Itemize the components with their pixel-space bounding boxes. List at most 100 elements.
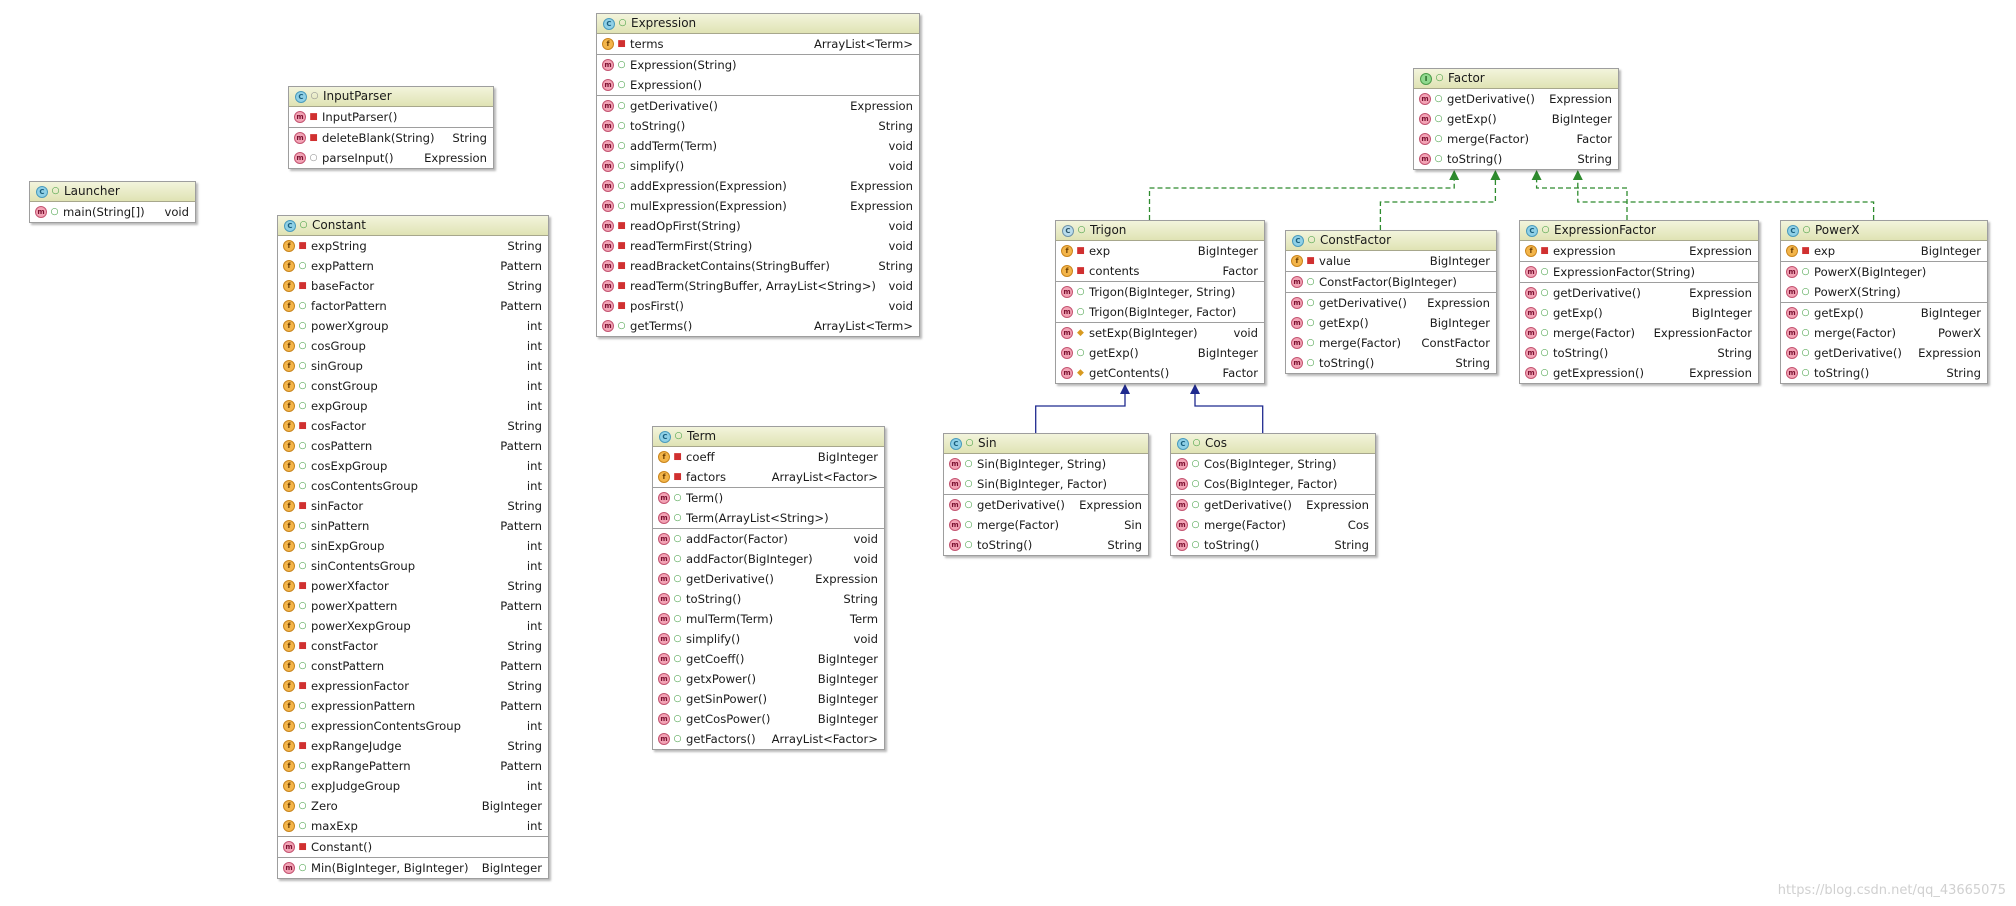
method-row[interactable]: m ○ toString() String xyxy=(1520,343,1758,363)
method-row[interactable]: m ○ mulExpression(Expression) Expression xyxy=(597,196,919,216)
method-row[interactable]: m ○ toString() String xyxy=(653,589,884,609)
field-row[interactable]: f ○ cosPattern Pattern xyxy=(278,436,548,456)
method-row[interactable]: m ○ parseInput() Expression xyxy=(289,148,493,168)
field-row[interactable]: f ■ expString String xyxy=(278,236,548,256)
field-row[interactable]: f ○ maxExp int xyxy=(278,816,548,836)
method-row[interactable]: m ■ deleteBlank(String) String xyxy=(289,128,493,148)
field-row[interactable]: f ■ baseFactor String xyxy=(278,276,548,296)
field-row[interactable]: f ○ sinExpGroup int xyxy=(278,536,548,556)
method-row[interactable]: m ○ Sin(BigInteger, Factor) xyxy=(944,474,1148,494)
field-row[interactable]: f ○ constGroup int xyxy=(278,376,548,396)
method-row[interactable]: m ○ addFactor(Factor) void xyxy=(653,529,884,549)
method-row[interactable]: m ■ readBracketContains(StringBuffer) Strin… xyxy=(597,256,919,276)
method-row[interactable]: m ■ readTerm(StringBuffer, ArrayList<Strin… xyxy=(597,276,919,296)
field-row[interactable]: f ○ sinContentsGroup int xyxy=(278,556,548,576)
class-box-powerx[interactable]: C ○ PowerX f ■ exp BigInteger m ○ PowerX(BigInteg… xyxy=(1780,220,1988,384)
method-row[interactable]: m ○ Sin(BigInteger, String) xyxy=(944,454,1148,474)
class-header[interactable]: C ○ ConstFactor xyxy=(1286,231,1496,251)
method-row[interactable]: m ○ mulTerm(Term) Term xyxy=(653,609,884,629)
method-row[interactable]: m ○ Term() xyxy=(653,488,884,508)
field-row[interactable]: f ■ expression Expression xyxy=(1520,241,1758,261)
method-row[interactable]: m ○ getDerivative() Expression xyxy=(1520,283,1758,303)
class-box-sin[interactable]: C ○ Sin m ○ Sin(BigInteger, String) m ○ Sin(BigI… xyxy=(943,433,1149,556)
method-row[interactable]: m ○ getCoeff() BigInteger xyxy=(653,649,884,669)
class-box-launcher[interactable]: C ○ Launcher m ○ main(String[]) void xyxy=(29,181,196,223)
method-row[interactable]: m ○ Expression(String) xyxy=(597,55,919,75)
field-row[interactable]: f ○ expPattern Pattern xyxy=(278,256,548,276)
class-header[interactable]: C ○ InputParser xyxy=(289,87,493,107)
method-row[interactable]: m ○ getExp() BigInteger xyxy=(1286,313,1496,333)
class-header[interactable]: C ○ ExpressionFactor xyxy=(1520,221,1758,241)
class-box-trigon[interactable]: C ○ Trigon f ■ exp BigInteger f ■ contents Factor m… xyxy=(1055,220,1265,384)
method-row[interactable]: m ○ toString() String xyxy=(597,116,919,136)
method-row[interactable]: m ◆ getContents() Factor xyxy=(1056,363,1264,383)
class-box-inputparser[interactable]: C ○ InputParser m ■ InputParser() m ■ deleteBlan… xyxy=(288,86,494,169)
field-row[interactable]: f ■ constFactor String xyxy=(278,636,548,656)
class-box-constfactor[interactable]: C ○ ConstFactor f ■ value BigInteger m ○ ConstFac… xyxy=(1285,230,1497,374)
field-row[interactable]: f ■ value BigInteger xyxy=(1286,251,1496,271)
method-row[interactable]: m ○ Expression() xyxy=(597,75,919,95)
field-row[interactable]: f ■ expressionFactor String xyxy=(278,676,548,696)
method-row[interactable]: m ○ getDerivative() Expression xyxy=(944,495,1148,515)
method-row[interactable]: m ○ merge(Factor) Cos xyxy=(1171,515,1375,535)
field-row[interactable]: f ○ expJudgeGroup int xyxy=(278,776,548,796)
method-row[interactable]: m ○ getDerivative() Expression xyxy=(653,569,884,589)
field-row[interactable]: f ○ sinPattern Pattern xyxy=(278,516,548,536)
field-row[interactable]: f ○ cosContentsGroup int xyxy=(278,476,548,496)
class-box-term[interactable]: C ○ Term f ■ coeff BigInteger f ■ factors ArrayLis… xyxy=(652,426,885,750)
method-row[interactable]: m ○ merge(Factor) ExpressionFactor xyxy=(1520,323,1758,343)
class-header[interactable]: C ○ Expression xyxy=(597,14,919,34)
method-row[interactable]: m ○ Cos(BigInteger, String) xyxy=(1171,454,1375,474)
method-row[interactable]: m ○ getDerivative() Expression xyxy=(1414,89,1618,109)
method-row[interactable]: m ○ getDerivative() Expression xyxy=(1781,343,1987,363)
field-row[interactable]: f ■ factors ArrayList<Factor> xyxy=(653,467,884,487)
method-row[interactable]: m ○ getTerms() ArrayList<Term> xyxy=(597,316,919,336)
method-row[interactable]: m ○ getExpression() Expression xyxy=(1520,363,1758,383)
field-row[interactable]: f ■ powerXfactor String xyxy=(278,576,548,596)
method-row[interactable]: m ○ simplify() void xyxy=(597,156,919,176)
method-row[interactable]: m ■ readTermFirst(String) void xyxy=(597,236,919,256)
method-row[interactable]: m ○ Term(ArrayList<String>) xyxy=(653,508,884,528)
field-row[interactable]: f ■ cosFactor String xyxy=(278,416,548,436)
method-row[interactable]: m ○ ConstFactor(BigInteger) xyxy=(1286,272,1496,292)
method-row[interactable]: m ○ getExp() BigInteger xyxy=(1414,109,1618,129)
method-row[interactable]: m ■ InputParser() xyxy=(289,107,493,127)
class-header[interactable]: C ○ Sin xyxy=(944,434,1148,454)
field-row[interactable]: f ○ cosExpGroup int xyxy=(278,456,548,476)
method-row[interactable]: m ○ PowerX(String) xyxy=(1781,282,1987,302)
class-header[interactable]: C ○ PowerX xyxy=(1781,221,1987,241)
class-box-constant[interactable]: C ○ Constant f ■ expString String f ○ expPattern P… xyxy=(277,215,549,879)
class-box-factor[interactable]: I ○ Factor m ○ getDerivative() Expression m ○ get… xyxy=(1413,68,1619,170)
class-box-expressionfactor[interactable]: C ○ ExpressionFactor f ■ expression Expression… xyxy=(1519,220,1759,384)
class-header[interactable]: I ○ Factor xyxy=(1414,69,1618,89)
method-row[interactable]: m ○ getDerivative() Expression xyxy=(597,96,919,116)
field-row[interactable]: f ■ exp BigInteger xyxy=(1781,241,1987,261)
method-row[interactable]: m ○ Cos(BigInteger, Factor) xyxy=(1171,474,1375,494)
method-row[interactable]: m ○ PowerX(BigInteger) xyxy=(1781,262,1987,282)
method-row[interactable]: m ○ Trigon(BigInteger, String) xyxy=(1056,282,1264,302)
method-row[interactable]: m ■ posFirst() void xyxy=(597,296,919,316)
method-row[interactable]: m ○ toString() String xyxy=(1414,149,1618,169)
method-row[interactable]: m ○ addTerm(Term) void xyxy=(597,136,919,156)
field-row[interactable]: f ○ powerXexpGroup int xyxy=(278,616,548,636)
field-row[interactable]: f ○ factorPattern Pattern xyxy=(278,296,548,316)
field-row[interactable]: f ○ expRangePattern Pattern xyxy=(278,756,548,776)
field-row[interactable]: f ○ sinGroup int xyxy=(278,356,548,376)
method-row[interactable]: m ○ addExpression(Expression) Expression xyxy=(597,176,919,196)
method-row[interactable]: m ■ Constant() xyxy=(278,837,548,857)
method-row[interactable]: m ○ simplify() void xyxy=(653,629,884,649)
field-row[interactable]: f ○ constPattern Pattern xyxy=(278,656,548,676)
method-row[interactable]: m ◆ setExp(BigInteger) void xyxy=(1056,323,1264,343)
method-row[interactable]: m ○ merge(Factor) Sin xyxy=(944,515,1148,535)
method-row[interactable]: m ○ getExp() BigInteger xyxy=(1781,303,1987,323)
field-row[interactable]: f ○ expressionContentsGroup int xyxy=(278,716,548,736)
class-box-cos[interactable]: C ○ Cos m ○ Cos(BigInteger, String) m ○ Cos(BigI… xyxy=(1170,433,1376,556)
method-row[interactable]: m ○ merge(Factor) ConstFactor xyxy=(1286,333,1496,353)
field-row[interactable]: f ○ Zero BigInteger xyxy=(278,796,548,816)
class-header[interactable]: C ○ Launcher xyxy=(30,182,195,202)
class-header[interactable]: C ○ Constant xyxy=(278,216,548,236)
method-row[interactable]: m ■ readOpFirst(String) void xyxy=(597,216,919,236)
method-row[interactable]: m ○ toString() String xyxy=(1286,353,1496,373)
field-row[interactable]: f ○ expressionPattern Pattern xyxy=(278,696,548,716)
field-row[interactable]: f ○ expGroup int xyxy=(278,396,548,416)
